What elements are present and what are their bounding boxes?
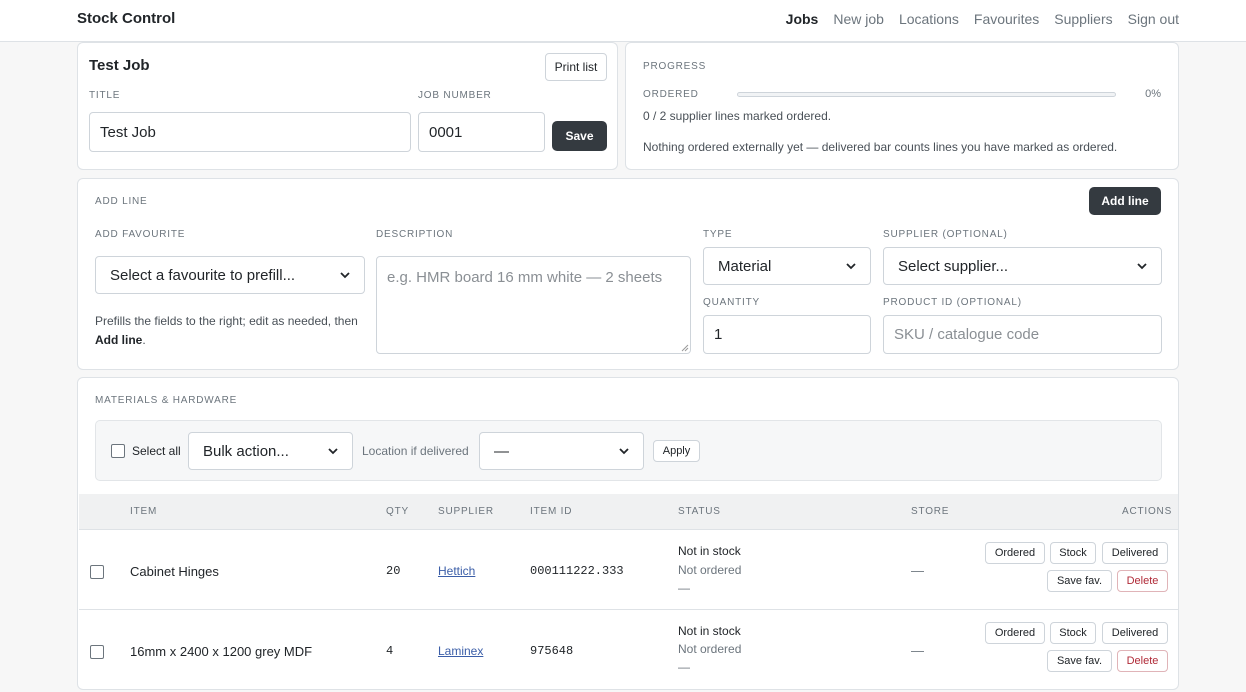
row-store: —: [911, 643, 924, 658]
job-heading: Test Job: [89, 57, 150, 74]
col-item: ITEM: [130, 506, 158, 517]
print-list-button[interactable]: Print list: [545, 53, 607, 81]
resize-handle-icon[interactable]: [681, 344, 689, 352]
quantity-label: QUANTITY: [703, 297, 760, 308]
type-select[interactable]: Material: [703, 247, 871, 285]
row-status-stock: Not in stock: [678, 624, 741, 638]
table-header: ITEM QTY SUPPLIER ITEM ID STATUS STORE A…: [79, 494, 1178, 530]
row-supplier-link[interactable]: Hettich: [438, 564, 475, 578]
ordered-percent: 0%: [1145, 88, 1161, 100]
supplier-label: SUPPLIER (OPTIONAL): [883, 229, 1008, 240]
row-store: —: [911, 563, 924, 578]
row-item-id: 000111222.333: [530, 564, 624, 578]
type-label: TYPE: [703, 229, 733, 240]
col-actions: ACTIONS: [1122, 506, 1173, 517]
table-row: Cabinet Hinges 20 Hettich 000111222.333 …: [79, 530, 1178, 610]
location-select-value: —: [494, 442, 509, 460]
type-select-value: Material: [718, 257, 772, 275]
bulk-action-select[interactable]: Bulk action...: [188, 432, 353, 470]
bulk-toolbar: Select all Bulk action... Location if de…: [95, 420, 1162, 481]
ordered-progress-bar: [737, 92, 1116, 97]
delete-button[interactable]: Delete: [1117, 570, 1168, 592]
brand[interactable]: Stock Control: [77, 10, 175, 27]
supplier-select[interactable]: Select supplier...: [883, 247, 1162, 285]
nav-favourites[interactable]: Favourites: [974, 11, 1039, 27]
description-label: DESCRIPTION: [376, 229, 454, 240]
chevron-down-icon: [846, 263, 856, 270]
row-item: Cabinet Hinges: [130, 564, 219, 579]
ordered-label: ORDERED: [643, 89, 699, 100]
stock-button[interactable]: Stock: [1050, 542, 1096, 564]
description-textarea[interactable]: e.g. HMR board 16 mm white — 2 sheets: [376, 256, 691, 354]
delivered-button[interactable]: Delivered: [1102, 542, 1168, 564]
progress-summary: 0 / 2 supplier lines marked ordered.: [643, 109, 832, 123]
supplier-select-value: Select supplier...: [898, 257, 1009, 275]
row-qty: 4: [386, 644, 394, 658]
row-status-delivery: —: [678, 581, 690, 595]
nav-new-job[interactable]: New job: [833, 11, 884, 27]
row-item: 16mm x 2400 x 1200 grey MDF: [130, 644, 313, 659]
chevron-down-icon: [328, 448, 338, 455]
chevron-down-icon: [619, 448, 629, 455]
chevron-down-icon: [340, 272, 350, 279]
progress-heading: PROGRESS: [643, 61, 707, 72]
nav-jobs[interactable]: Jobs: [786, 11, 819, 27]
delivered-button[interactable]: Delivered: [1102, 622, 1168, 644]
add-line-heading: ADD LINE: [95, 196, 148, 207]
col-status: STATUS: [678, 506, 721, 517]
nav-sign-out[interactable]: Sign out: [1128, 11, 1179, 27]
favourite-help: Prefills the fields to the right; edit a…: [95, 314, 358, 347]
favourite-label: ADD FAVOURITE: [95, 229, 186, 240]
table-row: 16mm x 2400 x 1200 grey MDF 4 Laminex 97…: [79, 610, 1178, 689]
col-item-id: ITEM ID: [530, 506, 573, 517]
row-item-id: 975648: [530, 644, 574, 658]
nav-links: Jobs New job Locations Favourites Suppli…: [786, 11, 1179, 27]
favourite-select[interactable]: Select a favourite to prefill...: [95, 256, 365, 294]
stock-button[interactable]: Stock: [1050, 622, 1096, 644]
nav-locations[interactable]: Locations: [899, 11, 959, 27]
save-favourite-button[interactable]: Save fav.: [1047, 650, 1112, 672]
row-status-stock: Not in stock: [678, 544, 741, 558]
select-all-checkbox[interactable]: [111, 444, 125, 458]
ordered-button[interactable]: Ordered: [985, 542, 1045, 564]
delete-button[interactable]: Delete: [1117, 650, 1168, 672]
row-status-order: Not ordered: [678, 563, 742, 577]
job-number-input[interactable]: 0001: [418, 112, 545, 152]
job-card: Test Job Print list TITLE Test Job JOB N…: [77, 42, 618, 170]
add-line-button[interactable]: Add line: [1089, 187, 1161, 215]
row-checkbox[interactable]: [90, 565, 104, 579]
job-number-label: JOB NUMBER: [418, 90, 492, 101]
title-input[interactable]: Test Job: [89, 112, 411, 152]
bulk-action-value: Bulk action...: [203, 442, 289, 460]
help-add-line-bold: Add line: [95, 333, 143, 347]
row-supplier-link[interactable]: Laminex: [438, 644, 483, 658]
progress-card: PROGRESS ORDERED 0% 0 / 2 supplier lines…: [625, 42, 1179, 170]
product-id-input[interactable]: SKU / catalogue code: [883, 315, 1162, 354]
col-qty: QTY: [386, 506, 409, 517]
row-status-delivery: —: [678, 660, 690, 674]
quantity-input[interactable]: 1: [703, 315, 871, 354]
col-supplier: SUPPLIER: [438, 506, 494, 517]
materials-card: MATERIALS & HARDWARE Select all Bulk act…: [77, 377, 1179, 690]
save-button[interactable]: Save: [552, 121, 607, 151]
favourite-select-value: Select a favourite to prefill...: [110, 266, 296, 284]
add-line-card: ADD LINE Add line ADD FAVOURITE Select a…: [77, 178, 1179, 370]
nav-suppliers[interactable]: Suppliers: [1054, 11, 1112, 27]
row-qty: 20: [386, 564, 401, 578]
progress-note: Nothing ordered externally yet — deliver…: [643, 140, 1118, 154]
location-label: Location if delivered: [362, 444, 469, 458]
row-status-order: Not ordered: [678, 642, 742, 656]
materials-heading: MATERIALS & HARDWARE: [95, 395, 238, 406]
top-navbar: Stock Control Jobs New job Locations Fav…: [0, 0, 1246, 42]
row-checkbox[interactable]: [90, 645, 104, 659]
apply-button[interactable]: Apply: [653, 440, 700, 462]
ordered-button[interactable]: Ordered: [985, 622, 1045, 644]
col-store: STORE: [911, 506, 950, 517]
select-all-label[interactable]: Select all: [132, 444, 181, 458]
location-select[interactable]: —: [479, 432, 644, 470]
title-label: TITLE: [89, 90, 121, 101]
save-favourite-button[interactable]: Save fav.: [1047, 570, 1112, 592]
product-id-label: PRODUCT ID (OPTIONAL): [883, 297, 1022, 308]
chevron-down-icon: [1137, 263, 1147, 270]
